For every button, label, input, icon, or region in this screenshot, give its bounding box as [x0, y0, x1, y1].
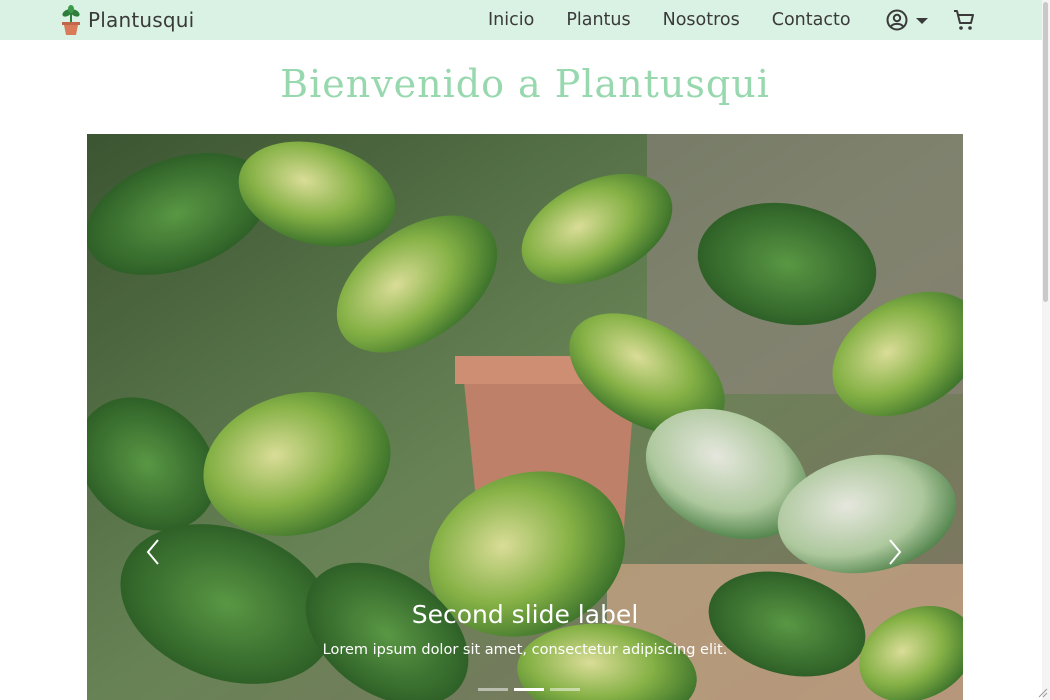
cart-button[interactable]	[952, 8, 976, 36]
carousel-indicator-1[interactable]	[478, 688, 508, 691]
hero-carousel: Second slide label Lorem ipsum dolor sit…	[87, 134, 963, 700]
carousel-indicator-2[interactable]	[514, 688, 544, 691]
carousel-prev-button[interactable]	[145, 538, 161, 570]
scrollbar-thumb[interactable]	[1043, 2, 1048, 302]
nav-link-contacto[interactable]: Contacto	[772, 10, 851, 30]
carousel-next-button[interactable]	[887, 538, 903, 570]
carousel-indicator-3[interactable]	[550, 688, 580, 691]
page-title: Bienvenido a Plantusqui	[280, 62, 770, 106]
brand-link[interactable]: Plantusqui	[58, 3, 194, 37]
carousel-caption-text: Lorem ipsum dolor sit amet, consectetur …	[322, 642, 728, 658]
nav-link-inicio[interactable]: Inicio	[488, 10, 534, 30]
nav-link-nosotros[interactable]: Nosotros	[663, 10, 740, 30]
carousel-caption-title: Second slide label	[411, 600, 639, 629]
caret-down-icon	[916, 18, 928, 24]
nav-link-plantus[interactable]: Plantus	[566, 10, 630, 30]
potted-plant-logo-icon	[62, 5, 80, 35]
brand-name: Plantusqui	[88, 8, 195, 32]
resize-grip-icon[interactable]	[1036, 686, 1048, 698]
navbar: Plantusqui Inicio Plantus Nosotros Conta…	[0, 0, 1050, 40]
chevron-right-icon	[889, 539, 902, 565]
nav-links: Inicio Plantus Nosotros Contacto	[488, 0, 883, 40]
account-circle-icon	[886, 9, 908, 31]
chevron-left-icon	[146, 539, 159, 565]
carousel-indicators	[475, 688, 583, 691]
shopping-cart-icon	[954, 10, 974, 30]
user-menu-dropdown[interactable]	[885, 8, 932, 32]
